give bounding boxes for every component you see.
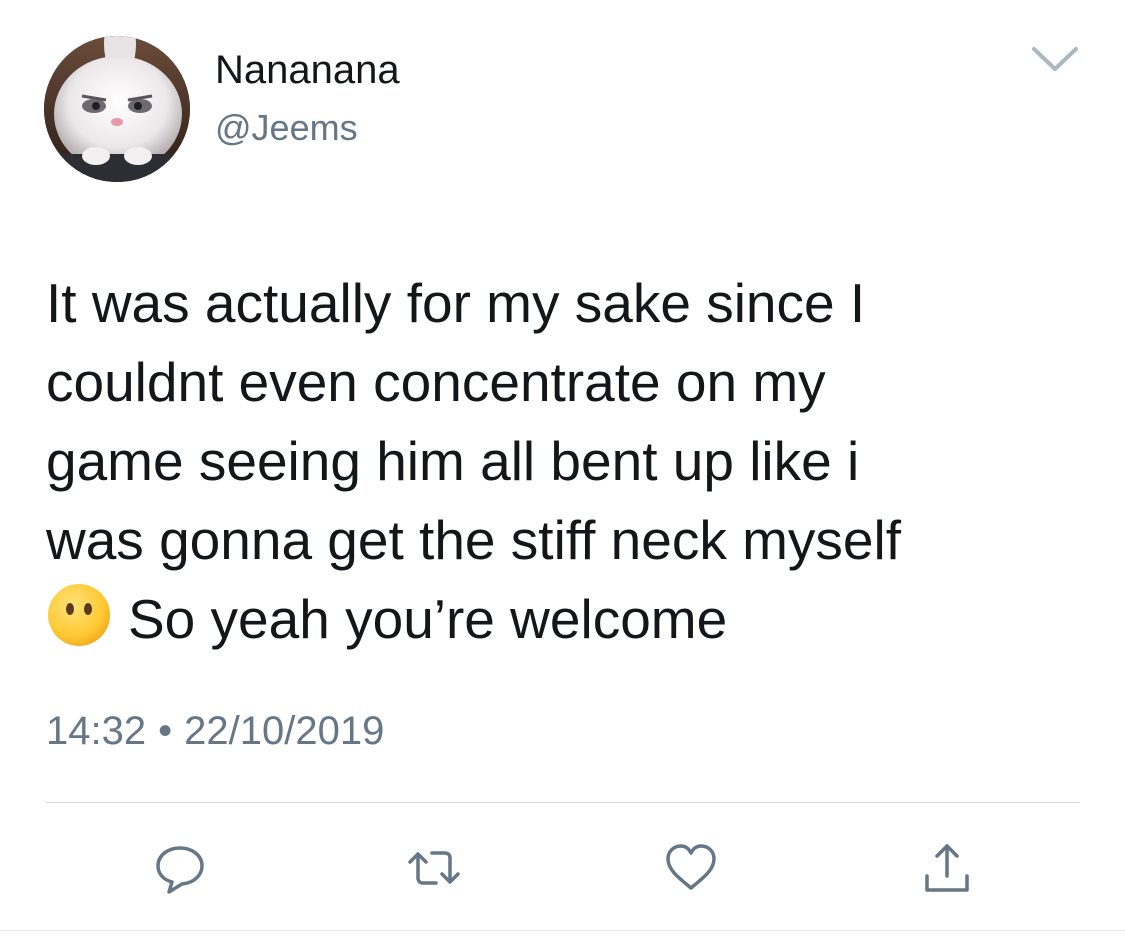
share-icon bbox=[925, 844, 969, 892]
user-handle[interactable]: @Jeems bbox=[215, 106, 358, 150]
tweet-text-line-last: So yeah you’re welcome bbox=[46, 580, 1086, 659]
tweet-text-line: couldnt even concentrate on my bbox=[46, 351, 826, 413]
heart-icon bbox=[666, 844, 716, 890]
tweet-text-line: So yeah you’re welcome bbox=[128, 588, 728, 650]
retweet-button[interactable] bbox=[404, 838, 464, 898]
display-name[interactable]: Nananana bbox=[215, 45, 400, 95]
white-rabbit-avatar-icon bbox=[44, 36, 190, 182]
tweet-time: 14:32 bbox=[46, 709, 147, 753]
timestamp-separator: • bbox=[158, 709, 173, 753]
share-button[interactable] bbox=[917, 838, 977, 898]
chevron-down-icon[interactable] bbox=[1030, 44, 1080, 74]
divider bbox=[46, 802, 1080, 803]
tweet-actions-bar bbox=[0, 838, 1125, 908]
tweet-text-line: It was actually for my sake since I bbox=[46, 272, 866, 334]
bottom-divider bbox=[0, 930, 1125, 931]
tweet-date: 22/10/2019 bbox=[184, 709, 385, 753]
reply-button[interactable] bbox=[150, 838, 210, 898]
tweet-text: It was actually for my sake since I coul… bbox=[46, 264, 1086, 659]
like-button[interactable] bbox=[661, 838, 721, 898]
avatar[interactable] bbox=[44, 36, 190, 182]
retweet-icon bbox=[408, 851, 460, 885]
tweet-timestamp: 14:32 • 22/10/2019 bbox=[46, 706, 384, 756]
tweet-text-line: was gonna get the stiff neck myself bbox=[46, 509, 901, 571]
tweet-text-line: game seeing him all bent up like i bbox=[46, 430, 860, 492]
reply-icon bbox=[156, 846, 204, 894]
face-without-mouth-emoji-icon bbox=[46, 582, 112, 648]
